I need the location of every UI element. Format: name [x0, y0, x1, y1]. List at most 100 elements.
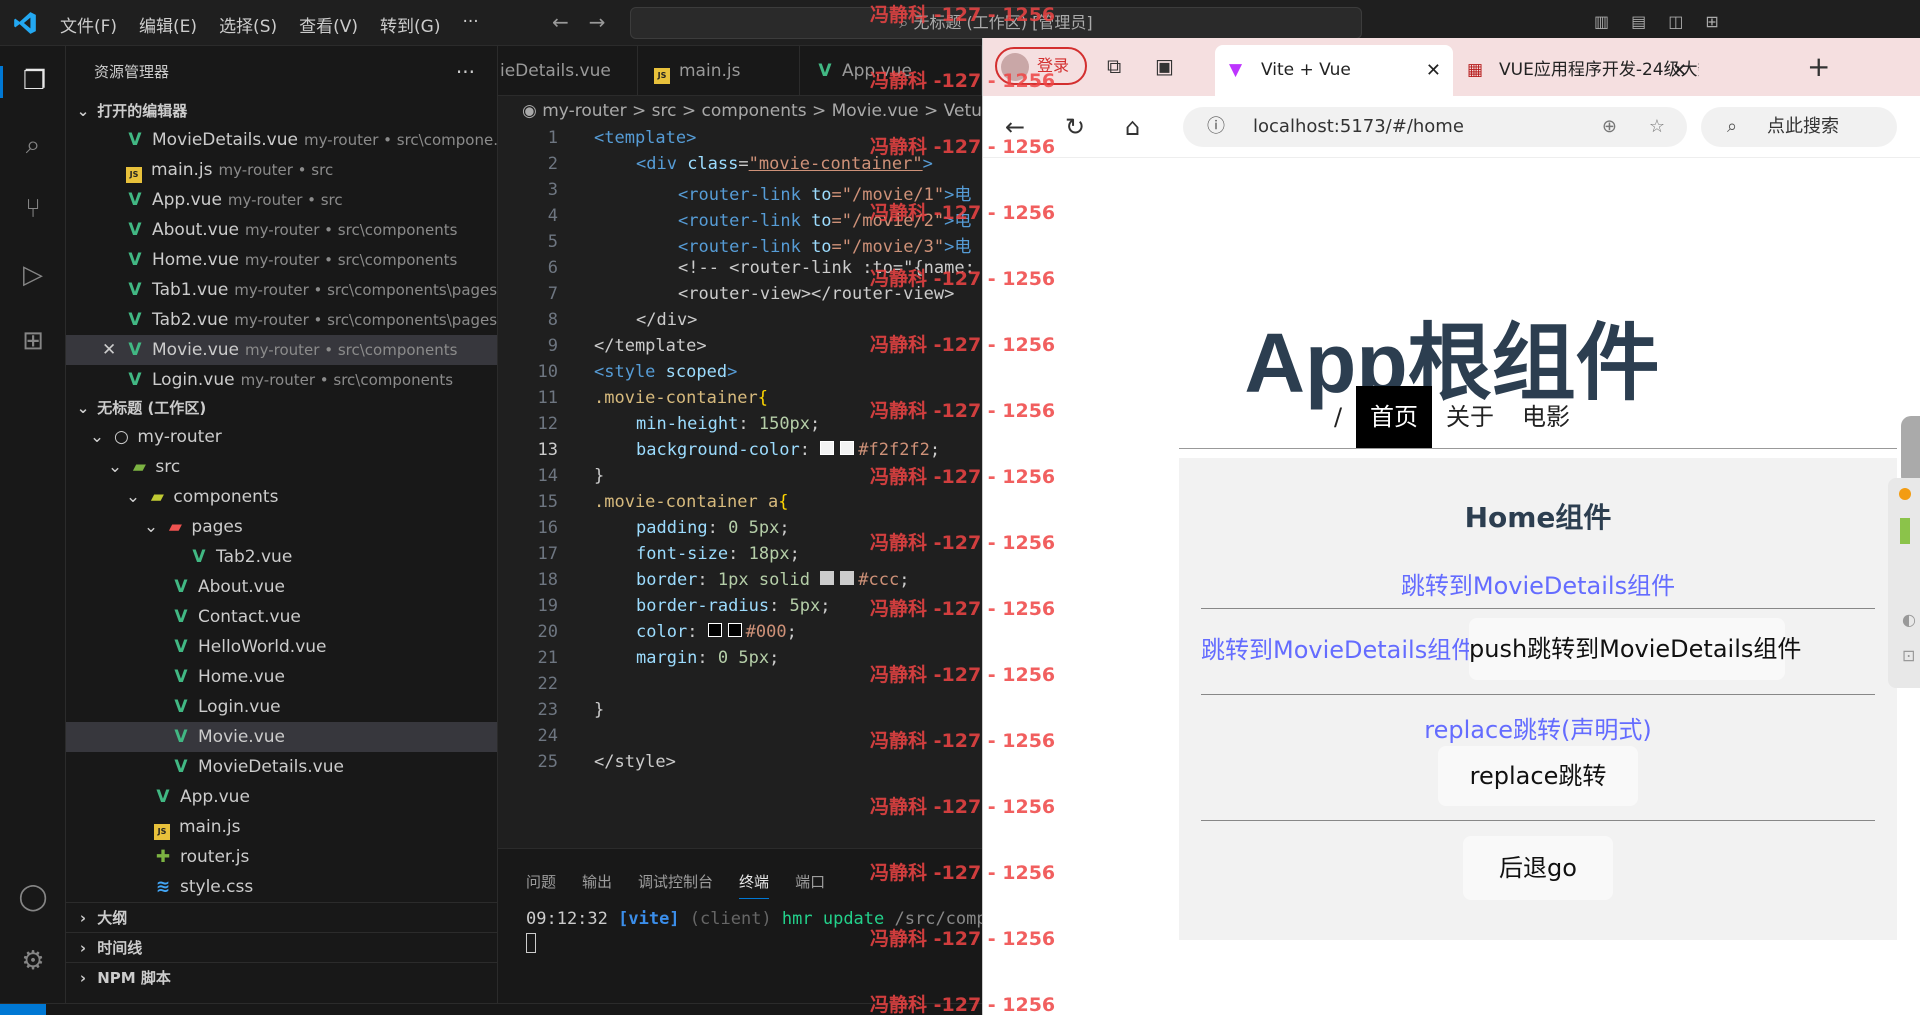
remote-indicator[interactable] — [0, 1004, 46, 1015]
tab-main-js[interactable]: JS main.js — [638, 46, 800, 96]
panel-tab-output[interactable]: 输出 — [582, 871, 612, 899]
replace-button[interactable]: replace跳转 — [1438, 746, 1638, 806]
open-editor-item[interactable]: V MovieDetails.vue my-router • src\compone… — [66, 125, 497, 155]
close-tab-icon[interactable]: ✕ — [1426, 45, 1441, 96]
timeline-section[interactable]: › 时间线 — [66, 932, 497, 962]
notification-icon[interactable] — [1899, 488, 1911, 500]
workspaces-icon[interactable]: ⧉ — [1107, 54, 1121, 78]
replace-link[interactable]: replace跳转(声明式) — [1179, 710, 1897, 745]
vue-file-icon: V — [174, 637, 188, 657]
tree-file[interactable]: V Tab2.vue — [66, 542, 497, 572]
run-debug-icon[interactable]: ▷ — [17, 260, 49, 292]
tree-file[interactable]: V MovieDetails.vue — [66, 752, 497, 782]
source-control-icon[interactable]: ⑂ — [17, 194, 49, 226]
tree-folder-components[interactable]: ⌄ ▰ components — [66, 482, 497, 512]
color-swatch[interactable] — [840, 571, 855, 585]
search-icon[interactable]: ⌕ — [17, 130, 49, 162]
menu-more[interactable]: ··· — [462, 12, 478, 37]
refresh-icon[interactable]: ◐ — [1902, 610, 1916, 629]
tree-folder-root[interactable]: ⌄ ○ my-router — [66, 422, 497, 452]
back-arrow-icon[interactable]: ← — [552, 10, 569, 34]
menu-goto[interactable]: 转到(G) — [380, 12, 440, 37]
open-editor-item-active[interactable]: ✕ V Movie.vue my-router • src\components — [66, 335, 497, 365]
tree-file[interactable]: V HelloWorld.vue — [66, 632, 497, 662]
toggle-panel-icon[interactable]: ▤ — [1631, 12, 1646, 31]
open-editor-item[interactable]: V Login.vue my-router • src\components — [66, 365, 497, 395]
nav-home-link[interactable]: 首页 — [1356, 386, 1433, 448]
color-swatch[interactable] — [820, 441, 835, 455]
tree-file[interactable]: V App.vue — [66, 782, 497, 812]
outline-section[interactable]: › 大纲 — [66, 902, 497, 932]
browser-search-box[interactable]: ⌕ 点此搜索 — [1701, 107, 1897, 147]
toggle-sidebar-icon[interactable]: ▥ — [1594, 12, 1609, 31]
menu-file[interactable]: 文件(F) — [60, 12, 117, 37]
more-actions-icon[interactable]: ··· — [456, 46, 475, 98]
nav-about-link[interactable]: 关于 — [1432, 386, 1508, 448]
new-tab-icon[interactable]: + — [1807, 50, 1830, 83]
workspace-section[interactable]: ⌄ 无标题 (工作区) — [66, 395, 497, 422]
zoom-icon[interactable]: ⊕ — [1602, 107, 1617, 147]
open-editor-item[interactable]: V About.vue my-router • src\components — [66, 215, 497, 245]
open-editor-item[interactable]: JS main.js my-router • src — [66, 155, 497, 185]
account-icon[interactable]: ◯ — [17, 882, 49, 914]
push-button[interactable]: push跳转到MovieDetails组件 — [1469, 618, 1801, 680]
star-icon[interactable]: ☆ — [1649, 107, 1665, 147]
open-editor-item[interactable]: V Home.vue my-router • src\components — [66, 245, 497, 275]
close-icon[interactable]: ✕ — [102, 335, 126, 365]
nav-root-link[interactable]: / — [1320, 386, 1356, 448]
menu-selection[interactable]: 选择(S) — [219, 12, 277, 37]
panel-tab-problems[interactable]: 问题 — [526, 871, 556, 899]
gear-icon[interactable]: ⚙ — [17, 946, 49, 978]
extensions-icon[interactable]: ⊞ — [17, 326, 49, 358]
panel-tab-terminal[interactable]: 终端 — [739, 871, 770, 899]
npm-scripts-section[interactable]: › NPM 脚本 — [66, 962, 497, 992]
back-go-button[interactable]: 后退go — [1463, 836, 1613, 900]
scrollbar-thumb[interactable] — [1901, 416, 1920, 486]
tree-folder-pages[interactable]: ⌄ ▰ pages — [66, 512, 497, 542]
open-editors-section[interactable]: ⌄ 打开的编辑器 — [66, 98, 497, 125]
browser-tab-vite[interactable]: ▼ Vite + Vue ✕ — [1215, 45, 1453, 96]
breadcrumb[interactable]: ◉ my-router > src > components > Movie.v… — [498, 96, 982, 126]
panel-tab-ports[interactable]: 端口 — [795, 871, 825, 899]
tree-file[interactable]: ≋ style.css — [66, 872, 497, 902]
url-bar[interactable]: ⓘ localhost:5173/#/home ⊕ ☆ — [1183, 107, 1687, 147]
code-token: <style — [594, 362, 666, 382]
open-editor-item[interactable]: V Tab1.vue my-router • src\components\page… — [66, 275, 497, 305]
tree-folder-src[interactable]: ⌄ ▰ src — [66, 452, 497, 482]
info-icon[interactable]: ⓘ — [1207, 107, 1225, 147]
open-editor-item[interactable]: V Tab2.vue my-router • src\components\page… — [66, 305, 497, 335]
open-editor-item[interactable]: V App.vue my-router • src — [66, 185, 497, 215]
browser-tab-course[interactable]: ▦ VUE应用程序开发-24级大数 ✕ — [1453, 45, 1699, 96]
tree-file[interactable]: JS main.js — [66, 812, 497, 842]
screenshot-icon[interactable]: ⊡ — [1902, 646, 1915, 665]
customize-layout-icon[interactable]: ⊞ — [1705, 12, 1718, 31]
color-swatch[interactable] — [707, 623, 722, 637]
nav-movie-link[interactable]: 电影 — [1508, 386, 1584, 448]
tree-file[interactable]: V Home.vue — [66, 662, 497, 692]
home-icon[interactable]: ⌂ — [1125, 113, 1140, 141]
tree-file[interactable]: V About.vue — [66, 572, 497, 602]
color-swatch[interactable] — [727, 623, 742, 637]
watermark-text: 冯静科 -127 - 1256 — [870, 70, 1056, 92]
folder-circle-icon: ○ — [113, 427, 129, 447]
vue-file-icon: V — [128, 310, 142, 330]
tree-file[interactable]: V Login.vue — [66, 692, 497, 722]
tree-file-selected[interactable]: V Movie.vue — [66, 722, 497, 752]
menu-view[interactable]: 查看(V) — [299, 12, 358, 37]
explorer-icon[interactable]: ❐ — [0, 66, 66, 98]
forward-arrow-icon[interactable]: → — [589, 10, 606, 34]
tab-moviedetails[interactable]: ieDetails.vue — [498, 46, 638, 96]
reload-icon[interactable]: ↻ — [1065, 113, 1085, 141]
tree-file[interactable]: ✚ router.js — [66, 842, 497, 872]
color-swatch[interactable] — [840, 441, 855, 455]
panel-tab-debug-console[interactable]: 调试控制台 — [638, 871, 713, 899]
moviedetails-link[interactable]: 跳转到MovieDetails组件 — [1179, 566, 1897, 601]
router-file-icon: ✚ — [155, 847, 171, 867]
menu-edit[interactable]: 编辑(E) — [139, 12, 197, 37]
tree-file[interactable]: V Contact.vue — [66, 602, 497, 632]
tab-actions-icon[interactable]: ▣ — [1155, 54, 1174, 78]
close-tab-icon[interactable]: ✕ — [1672, 45, 1687, 96]
toggle-secondary-sidebar-icon[interactable]: ◫ — [1668, 12, 1683, 31]
moviedetails-link-2[interactable]: 跳转到MovieDetails组件 — [1201, 630, 1475, 665]
color-swatch[interactable] — [820, 571, 835, 585]
